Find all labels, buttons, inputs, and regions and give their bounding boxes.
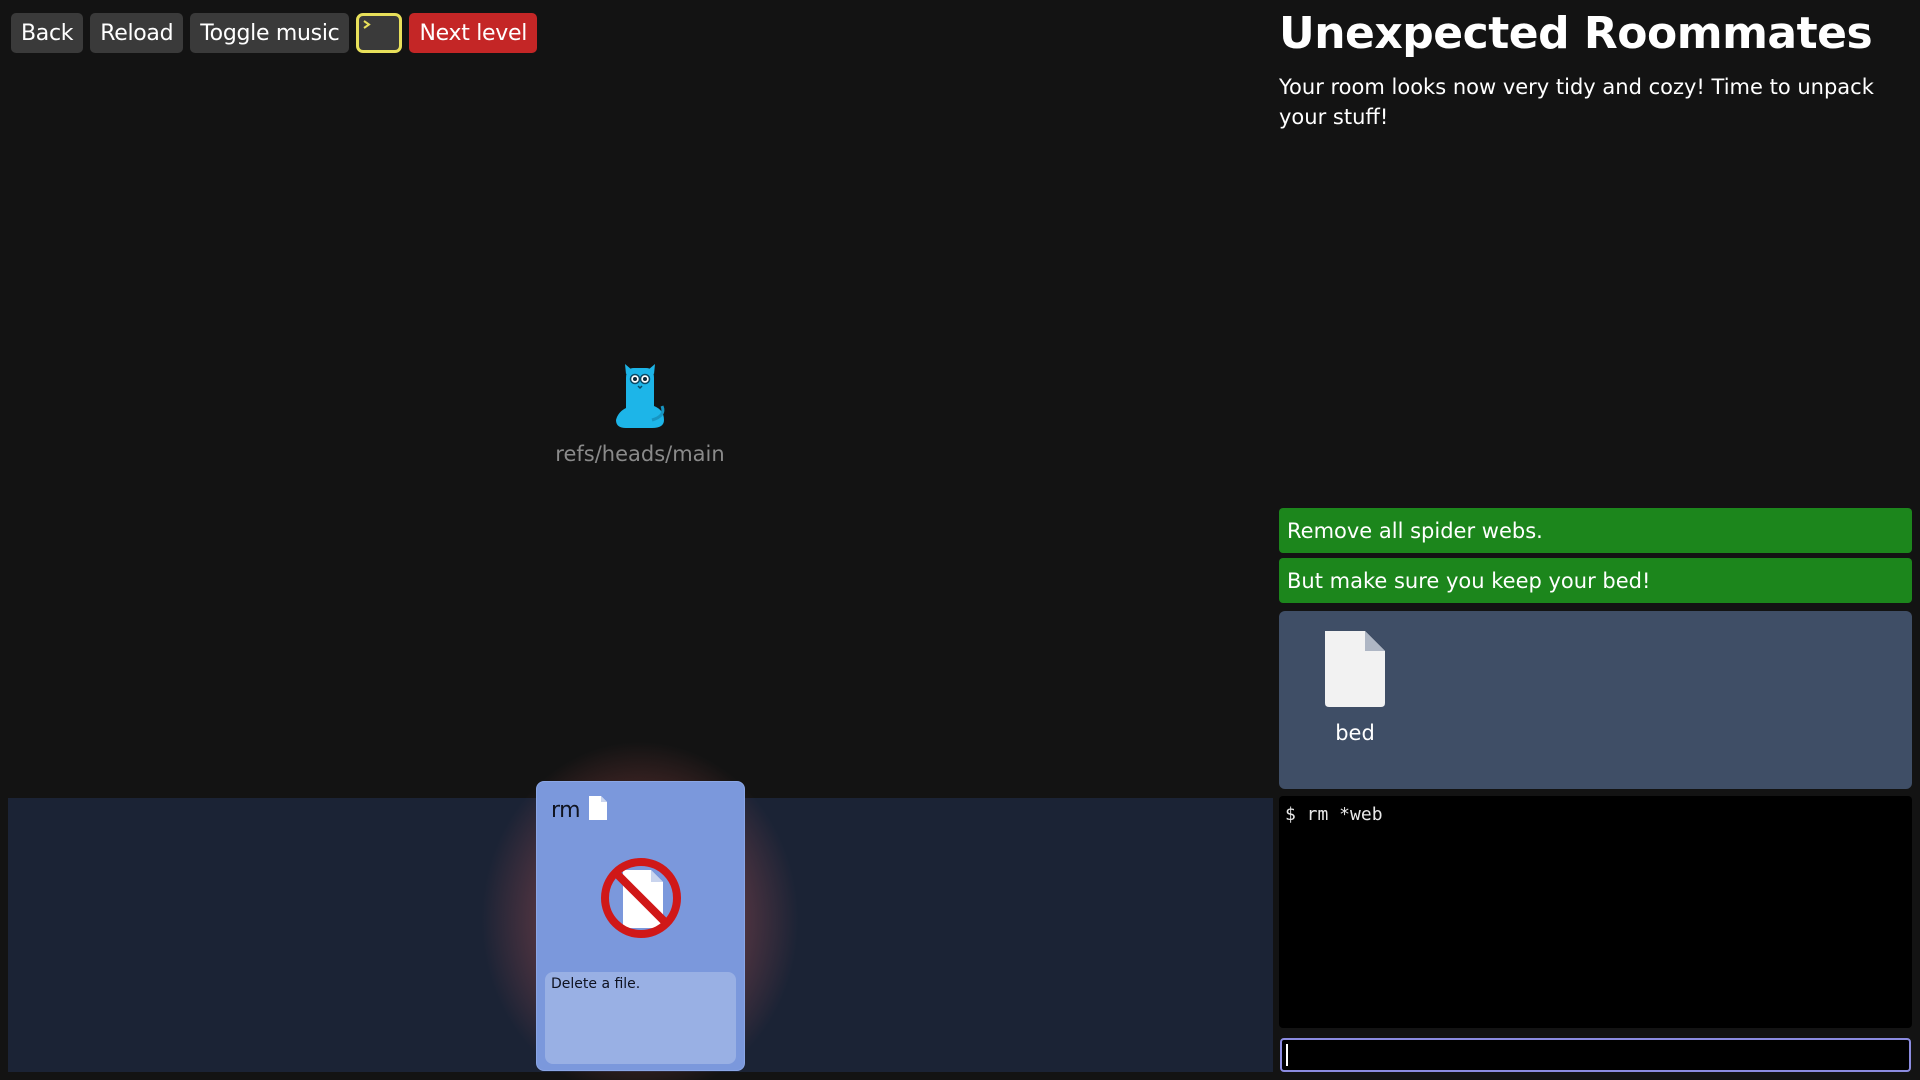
head-ref-label: refs/heads/main	[555, 442, 725, 466]
file-icon	[1325, 631, 1385, 707]
file-item-bed[interactable]: bed	[1313, 631, 1397, 745]
text-cursor	[1286, 1044, 1288, 1066]
card-title: rm	[551, 798, 581, 823]
terminal-icon	[363, 20, 372, 29]
toolbar: Back Reload Toggle music Next level	[11, 13, 538, 53]
git-octocat-icon[interactable]	[612, 362, 668, 434]
delete-file-icon	[601, 858, 681, 938]
file-icon	[589, 796, 607, 820]
file-name: bed	[1335, 721, 1375, 745]
toggle-music-button[interactable]: Toggle music	[190, 13, 350, 53]
terminal-toggle-button[interactable]	[356, 13, 403, 53]
command-input[interactable]	[1280, 1038, 1911, 1072]
game-root: Back Reload Toggle music Next level refs…	[0, 0, 1920, 1080]
reload-button[interactable]: Reload	[90, 13, 184, 53]
room-panel: bed	[1279, 611, 1912, 789]
level-title: Unexpected Roommates	[1279, 8, 1873, 59]
level-description: Your room looks now very tidy and cozy! …	[1279, 75, 1874, 129]
back-button[interactable]: Back	[11, 13, 84, 53]
command-card-rm[interactable]: rm Delete a file.	[536, 781, 745, 1071]
terminal-output: $ rm *web	[1279, 796, 1912, 1028]
goal-item: Remove all spider webs.	[1279, 508, 1912, 553]
card-description: Delete a file.	[545, 972, 736, 1064]
goal-item: But make sure you keep your bed!	[1279, 558, 1912, 603]
next-level-button[interactable]: Next level	[409, 13, 538, 53]
